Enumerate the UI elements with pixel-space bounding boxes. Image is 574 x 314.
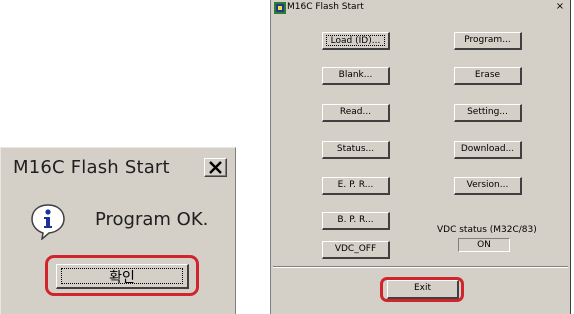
version-button[interactable]: Version... xyxy=(454,177,522,195)
vdc-status-value: ON xyxy=(458,238,510,252)
program-button[interactable]: Program... xyxy=(454,32,522,50)
download-button[interactable]: Download... xyxy=(454,141,522,159)
close-icon xyxy=(209,161,222,174)
flash-start-window: M16C Flash Start × Load (ID)... Blank...… xyxy=(270,0,571,314)
epr-button[interactable]: E. P. R... xyxy=(322,177,390,195)
dialog-close-button[interactable] xyxy=(204,158,227,177)
app-icon xyxy=(274,2,286,14)
bpr-button[interactable]: B. P. R... xyxy=(322,212,390,230)
title-bar: M16C Flash Start × xyxy=(271,0,570,16)
vdc-off-button[interactable]: VDC_OFF xyxy=(322,241,390,259)
info-icon xyxy=(31,204,65,240)
load-id-button-label: Load (ID)... xyxy=(326,35,385,46)
ok-button-label: 확인 xyxy=(109,270,135,286)
vdc-status-label: VDC status (M32C/83) xyxy=(437,225,537,235)
ok-button[interactable]: 확인 xyxy=(56,264,189,289)
window-title: M16C Flash Start xyxy=(287,2,364,12)
dialog-title: M16C Flash Start xyxy=(13,157,170,178)
erase-button[interactable]: Erase xyxy=(454,67,522,85)
divider xyxy=(273,266,568,268)
dialog-message: Program OK. xyxy=(95,209,209,230)
confirmation-dialog: M16C Flash Start Program OK. 확인 xyxy=(0,147,236,314)
exit-button[interactable]: Exit xyxy=(387,280,459,299)
blank-button[interactable]: Blank... xyxy=(322,67,390,85)
read-button[interactable]: Read... xyxy=(322,104,390,122)
setting-button[interactable]: Setting... xyxy=(454,104,522,122)
load-id-button[interactable]: Load (ID)... xyxy=(322,32,390,50)
close-icon[interactable]: × xyxy=(554,1,566,13)
status-button[interactable]: Status... xyxy=(322,141,390,159)
